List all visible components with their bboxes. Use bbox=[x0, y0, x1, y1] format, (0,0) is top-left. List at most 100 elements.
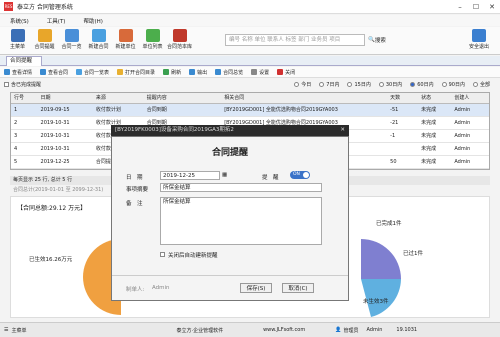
range-option-1[interactable]: 7日内 bbox=[319, 81, 339, 88]
calendar-icon[interactable]: ▦ bbox=[222, 172, 227, 178]
subtoolbar-icon bbox=[277, 69, 284, 75]
dialog-titlebar: [BY2019FK0003]设备采购合同2019GA3期拓2 ✕ bbox=[111, 125, 349, 136]
toolbar-button-1[interactable]: 合同提醒 bbox=[31, 27, 58, 53]
menu-system[interactable]: 系统(S) bbox=[10, 17, 29, 25]
radio-icon bbox=[410, 82, 416, 87]
cancel-button[interactable]: 取消(C) bbox=[282, 283, 314, 293]
column-header[interactable]: 状态 bbox=[418, 93, 452, 104]
column-header[interactable]: 来源 bbox=[92, 93, 144, 104]
toolbar-button-2[interactable]: 合同一览 bbox=[58, 27, 85, 53]
subtoolbar-icon bbox=[163, 69, 170, 75]
toolbar-button-6[interactable]: 合同范本库 bbox=[166, 27, 193, 53]
minimize-icon[interactable]: – bbox=[452, 0, 468, 13]
search-button[interactable]: 🔍 搜索 bbox=[368, 34, 394, 46]
window-title: 泰立方 合同管理系统 bbox=[17, 4, 73, 11]
table-cell: 2019-09-15 bbox=[37, 103, 93, 117]
tab-bar bbox=[0, 56, 500, 66]
column-header[interactable]: 相关合同 bbox=[221, 93, 388, 104]
subtoolbar-button-1[interactable]: 查看合同 bbox=[40, 69, 68, 76]
pie-slice-done bbox=[361, 239, 401, 279]
subtoolbar-icon bbox=[76, 69, 83, 75]
bottom-menu-label[interactable]: 主菜单 bbox=[11, 327, 26, 334]
subtoolbar-button-3[interactable]: 打开合同目录 bbox=[117, 69, 155, 76]
subtoolbar-icon bbox=[189, 69, 196, 75]
subtoolbar-button-8[interactable]: 关闭 bbox=[277, 69, 295, 76]
summary-label: 事项摘要 bbox=[126, 187, 149, 193]
toolbar-button-0[interactable]: 主菜单 bbox=[4, 27, 31, 53]
summary-field[interactable]: 所保金结算 bbox=[160, 183, 322, 192]
range-option-3[interactable]: 30日内 bbox=[378, 81, 402, 88]
auto-close-checkbox[interactable] bbox=[160, 252, 165, 257]
range-option-2[interactable]: 15日内 bbox=[347, 81, 371, 88]
column-header[interactable]: 提醒内容 bbox=[143, 93, 222, 104]
tab-contract-reminder[interactable]: 合同提醒 bbox=[6, 56, 42, 66]
toolbar-button-4[interactable]: 新建单位 bbox=[112, 27, 139, 53]
toolbar-label: 合同提醒 bbox=[34, 44, 55, 50]
subtoolbar-button-6[interactable]: 合同总览 bbox=[215, 69, 243, 76]
close-icon[interactable]: ✕ bbox=[484, 0, 500, 13]
radio-icon bbox=[319, 82, 325, 87]
radio-icon bbox=[347, 82, 353, 87]
table-cell: 合同到期 bbox=[143, 103, 222, 117]
sub-toolbar: 查看详情 查看合同 合同一览表 打开合同目录 刷新 输出 合同总览 设置 关闭 bbox=[0, 67, 500, 78]
table-cell: 未完成 bbox=[418, 129, 452, 143]
date-field[interactable]: 2019-12-25 bbox=[160, 171, 220, 180]
table-cell: -51 bbox=[387, 103, 419, 117]
toolbar-button-5[interactable]: 单位列表 bbox=[139, 27, 166, 53]
toolbar-icon bbox=[64, 29, 79, 42]
toolbar-icon bbox=[10, 29, 25, 42]
app-logo: RES bbox=[4, 2, 13, 11]
table-row[interactable]: 1 2019-09-15 收付款计划 合同到期 [BY2019GD001] 全能优选购物… bbox=[11, 103, 489, 117]
subtoolbar-button-4[interactable]: 刷新 bbox=[163, 69, 181, 76]
exit-button[interactable]: 安全退出 bbox=[462, 29, 496, 53]
save-button[interactable]: 保存(S) bbox=[240, 283, 272, 293]
subtoolbar-button-2[interactable]: 合同一览表 bbox=[76, 69, 109, 76]
table-cell: 未完成 bbox=[418, 142, 452, 156]
pie-label-past: 已过1件 bbox=[403, 251, 423, 257]
dialog-close-icon[interactable]: ✕ bbox=[340, 125, 345, 136]
subtoolbar-icon bbox=[4, 69, 10, 75]
toolbar-label: 新建单位 bbox=[115, 44, 136, 50]
table-cell: 未完成 bbox=[418, 155, 452, 169]
bottom-center: 泰立方·企业管理软件 bbox=[176, 327, 224, 334]
date-label: 日 期 bbox=[126, 175, 143, 181]
range-option-4[interactable]: 60日内 bbox=[410, 81, 434, 88]
menu-help[interactable]: 帮助(H) bbox=[83, 17, 102, 25]
menu-toggle-icon[interactable]: ☰ bbox=[4, 327, 8, 333]
toolbar-button-3[interactable]: 新建合同 bbox=[85, 27, 112, 53]
range-option-6[interactable]: 全部 bbox=[472, 81, 490, 88]
range-option-0[interactable]: 今日 bbox=[294, 81, 311, 88]
column-header[interactable]: 创建人 bbox=[451, 93, 489, 104]
menu-bar: 系统(S) 工具(T) 帮助(H) bbox=[0, 15, 500, 26]
toolbar-icon bbox=[118, 29, 133, 42]
range-option-5[interactable]: 90日内 bbox=[441, 81, 465, 88]
remind-toggle[interactable]: ON bbox=[290, 171, 310, 179]
toolbar-icon bbox=[145, 29, 160, 42]
toolbar-label: 合同范本库 bbox=[166, 44, 192, 50]
pie-label-pending: 未生效3件 bbox=[363, 299, 389, 305]
search-icon: 🔍 bbox=[368, 37, 375, 43]
exit-icon bbox=[472, 29, 486, 42]
toolbar-icon bbox=[172, 29, 187, 42]
subtoolbar-button-7[interactable]: 设置 bbox=[251, 69, 269, 76]
maximize-icon[interactable]: ☐ bbox=[468, 0, 484, 13]
menu-tools[interactable]: 工具(T) bbox=[47, 17, 66, 25]
subtoolbar-button-0[interactable]: 查看详情 bbox=[4, 69, 32, 76]
subtoolbar-icon bbox=[117, 69, 124, 75]
table-cell: 未完成 bbox=[418, 116, 452, 130]
column-header[interactable]: 日期 bbox=[37, 93, 93, 104]
table-cell: Admin bbox=[451, 155, 489, 169]
show-done-checkbox[interactable] bbox=[4, 82, 9, 87]
show-done-label: 含已完成提醒 bbox=[11, 82, 42, 88]
title-bar: RES 泰立方 合同管理系统 – ☐ ✕ bbox=[0, 0, 500, 14]
note-field[interactable]: 所保金结算 bbox=[160, 197, 322, 245]
subtoolbar-icon bbox=[215, 69, 222, 75]
subtoolbar-button-5[interactable]: 输出 bbox=[189, 69, 207, 76]
subtoolbar-icon bbox=[40, 69, 47, 75]
table-cell bbox=[387, 142, 419, 156]
bottom-site[interactable]: www.JLFsoft.com bbox=[263, 327, 305, 333]
column-header[interactable]: 天数 bbox=[387, 93, 419, 104]
toolbar-label: 合同一览 bbox=[61, 44, 82, 50]
search-input[interactable]: 编号 名称 单位 联系人 标签 部门 业务员 项目 bbox=[225, 34, 365, 46]
column-header[interactable]: 行号 bbox=[11, 93, 38, 104]
